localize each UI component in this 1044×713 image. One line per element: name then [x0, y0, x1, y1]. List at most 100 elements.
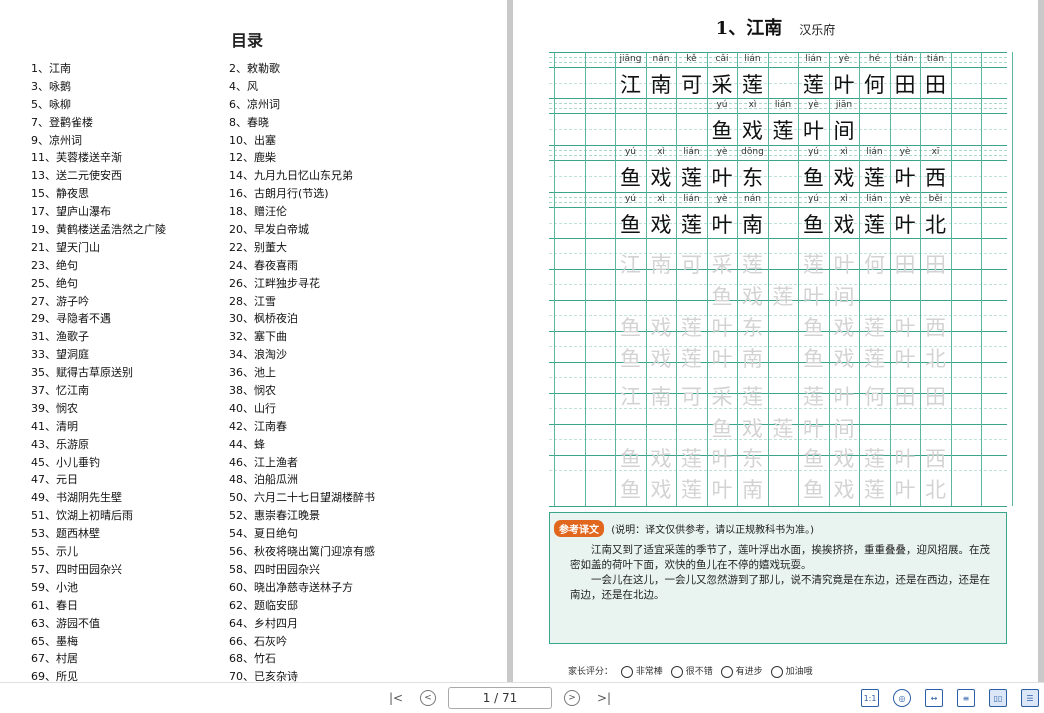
- toc-item[interactable]: 11、芙蓉楼送辛渐: [31, 149, 229, 167]
- last-page-button[interactable]: >|: [594, 688, 614, 708]
- toc-item[interactable]: 34、浪淘沙: [229, 346, 449, 364]
- toc-item[interactable]: 33、望洞庭: [31, 346, 229, 364]
- rating-radio[interactable]: [620, 665, 633, 678]
- toc-item[interactable]: 58、四时田园杂兴: [229, 561, 449, 579]
- toc-item[interactable]: 62、题临安邸: [229, 597, 449, 615]
- toc-item[interactable]: 39、悯农: [31, 400, 229, 418]
- toc-item[interactable]: 67、村居: [31, 650, 229, 668]
- trace-character[interactable]: 戏: [738, 281, 768, 311]
- single-page-button[interactable]: ≡: [957, 689, 975, 707]
- toc-item[interactable]: 18、赠汪伦: [229, 203, 449, 221]
- toc-item[interactable]: 5、咏柳: [31, 96, 229, 114]
- trace-character[interactable]: 鱼: [799, 443, 829, 473]
- trace-character[interactable]: 鱼: [799, 312, 829, 342]
- toc-item[interactable]: 22、别董大: [229, 239, 449, 257]
- next-page-button[interactable]: >: [564, 690, 580, 706]
- trace-character[interactable]: 何: [860, 249, 890, 279]
- toc-item[interactable]: 32、塞下曲: [229, 328, 449, 346]
- trace-character[interactable]: 叶: [890, 312, 920, 342]
- toc-item[interactable]: 20、早发白帝城: [229, 221, 449, 239]
- toc-item[interactable]: 28、江雪: [229, 293, 449, 311]
- trace-character[interactable]: 田: [921, 249, 951, 279]
- trace-character[interactable]: 莲: [677, 343, 707, 373]
- toc-item[interactable]: 29、寻隐者不遇: [31, 310, 229, 328]
- trace-character[interactable]: 莲: [860, 343, 890, 373]
- trace-character[interactable]: 戏: [646, 443, 676, 473]
- trace-character[interactable]: 戏: [738, 413, 768, 443]
- toc-item[interactable]: 42、江南春: [229, 418, 449, 436]
- trace-character[interactable]: 戏: [646, 343, 676, 373]
- fit-width-button[interactable]: ↔: [925, 689, 943, 707]
- toc-item[interactable]: 68、竹石: [229, 650, 449, 668]
- trace-character[interactable]: 间: [829, 281, 859, 311]
- trace-character[interactable]: 间: [829, 413, 859, 443]
- toc-item[interactable]: 17、望庐山瀑布: [31, 203, 229, 221]
- toc-item[interactable]: 1、江南: [31, 60, 229, 78]
- trace-character[interactable]: 莲: [799, 381, 829, 411]
- trace-character[interactable]: 南: [646, 249, 676, 279]
- trace-character[interactable]: 戏: [646, 474, 676, 504]
- toc-item[interactable]: 27、游子吟: [31, 293, 229, 311]
- trace-character[interactable]: 江: [616, 381, 646, 411]
- toc-item[interactable]: 16、古朗月行(节选): [229, 185, 449, 203]
- trace-character[interactable]: 叶: [829, 249, 859, 279]
- trace-character[interactable]: 鱼: [616, 474, 646, 504]
- toc-item[interactable]: 37、忆江南: [31, 382, 229, 400]
- toc-item[interactable]: 50、六月二十七日望湖楼醉书: [229, 489, 449, 507]
- trace-character[interactable]: 莲: [768, 281, 798, 311]
- trace-character[interactable]: 可: [677, 381, 707, 411]
- actual-size-button[interactable]: 1:1: [861, 689, 879, 707]
- trace-character[interactable]: 叶: [707, 343, 737, 373]
- trace-character[interactable]: 叶: [707, 312, 737, 342]
- trace-character[interactable]: 叶: [799, 281, 829, 311]
- toc-item[interactable]: 44、蜂: [229, 436, 449, 454]
- toc-item[interactable]: 52、惠崇春江晚景: [229, 507, 449, 525]
- toc-item[interactable]: 47、元日: [31, 471, 229, 489]
- rating-radio[interactable]: [670, 665, 683, 678]
- trace-character[interactable]: 可: [677, 249, 707, 279]
- fit-page-button[interactable]: ◎: [893, 689, 911, 707]
- toc-item[interactable]: 51、饮湖上初晴后雨: [31, 507, 229, 525]
- rating-radio[interactable]: [720, 665, 733, 678]
- trace-character[interactable]: 西: [921, 443, 951, 473]
- toc-item[interactable]: 10、出塞: [229, 132, 449, 150]
- toc-item[interactable]: 49、书湖阴先生壁: [31, 489, 229, 507]
- toc-item[interactable]: 55、示儿: [31, 543, 229, 561]
- trace-character[interactable]: 戏: [646, 312, 676, 342]
- trace-character[interactable]: 田: [890, 249, 920, 279]
- trace-character[interactable]: 鱼: [799, 343, 829, 373]
- trace-character[interactable]: 叶: [890, 474, 920, 504]
- toc-item[interactable]: 30、枫桥夜泊: [229, 310, 449, 328]
- toc-item[interactable]: 56、秋夜将晓出篱门迎凉有感: [229, 543, 449, 561]
- toc-item[interactable]: 4、风: [229, 78, 449, 96]
- toc-item[interactable]: 41、清明: [31, 418, 229, 436]
- rating-radio[interactable]: [770, 665, 783, 678]
- trace-character[interactable]: 叶: [707, 474, 737, 504]
- trace-character[interactable]: 叶: [890, 443, 920, 473]
- trace-character[interactable]: 鱼: [799, 474, 829, 504]
- trace-character[interactable]: 鱼: [707, 281, 737, 311]
- trace-character[interactable]: 鱼: [616, 443, 646, 473]
- trace-character[interactable]: 莲: [677, 312, 707, 342]
- trace-character[interactable]: 莲: [677, 474, 707, 504]
- toc-item[interactable]: 8、春晓: [229, 114, 449, 132]
- trace-character[interactable]: 叶: [829, 381, 859, 411]
- trace-character[interactable]: 鱼: [707, 413, 737, 443]
- toc-item[interactable]: 69、所见: [31, 668, 229, 682]
- trace-character[interactable]: 莲: [738, 249, 768, 279]
- trace-character[interactable]: 戏: [829, 443, 859, 473]
- toc-item[interactable]: 24、春夜喜雨: [229, 257, 449, 275]
- trace-character[interactable]: 南: [646, 381, 676, 411]
- toc-item[interactable]: 65、墨梅: [31, 633, 229, 651]
- toc-item[interactable]: 23、绝句: [31, 257, 229, 275]
- trace-character[interactable]: 鱼: [616, 343, 646, 373]
- trace-character[interactable]: 田: [890, 381, 920, 411]
- trace-character[interactable]: 采: [707, 381, 737, 411]
- toc-item[interactable]: 64、乡村四月: [229, 615, 449, 633]
- toc-item[interactable]: 48、泊船瓜洲: [229, 471, 449, 489]
- toc-item[interactable]: 61、春日: [31, 597, 229, 615]
- trace-character[interactable]: 莲: [860, 312, 890, 342]
- trace-character[interactable]: 鱼: [616, 312, 646, 342]
- trace-character[interactable]: 北: [921, 474, 951, 504]
- toc-item[interactable]: 14、九月九日忆山东兄弟: [229, 167, 449, 185]
